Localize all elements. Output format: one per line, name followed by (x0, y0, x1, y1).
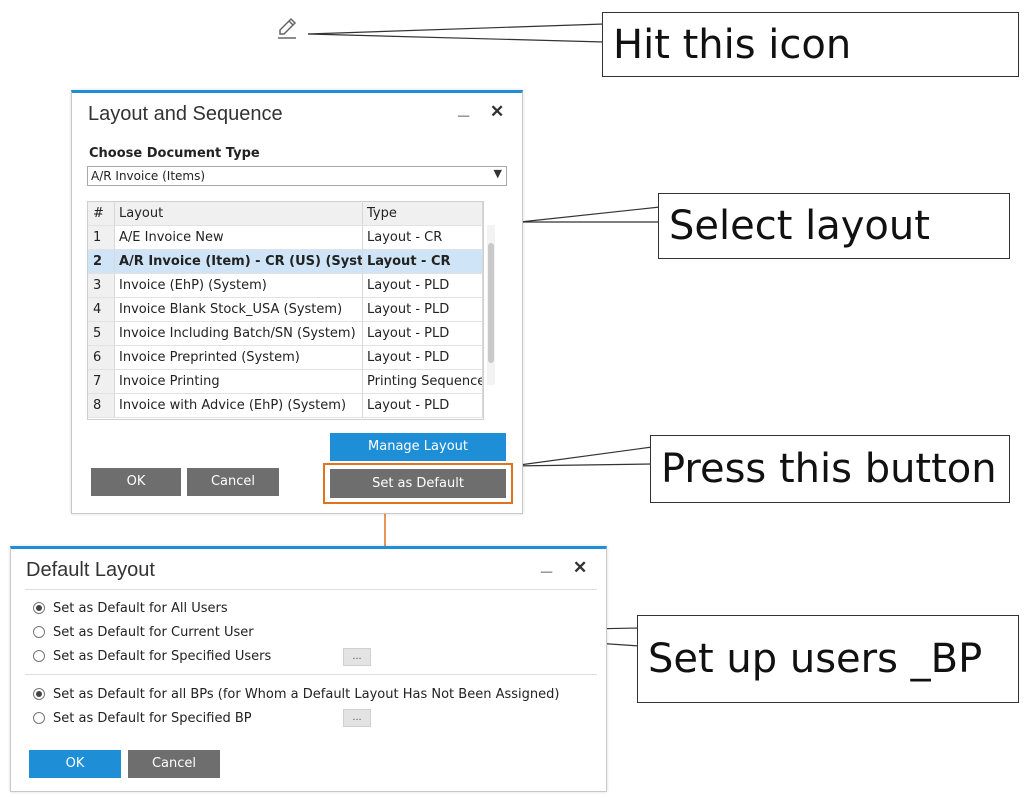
row-layout: Invoice Including Batch/SN (System) (115, 322, 363, 346)
row-layout: Invoice with Advice (EhP) (System) (115, 394, 363, 418)
row-type: Layout - PLD (363, 346, 483, 370)
row-layout: A/R Invoice (Item) - CR (US) (System) (115, 250, 363, 274)
grid-scrollbar[interactable] (487, 225, 495, 385)
row-num: 7 (88, 370, 115, 394)
grid-scrollbar-thumb[interactable] (488, 243, 494, 363)
layout-grid: # Layout Type 1 A/E Invoice New Layout -… (87, 201, 484, 420)
row-type: Layout - PLD (363, 322, 483, 346)
row-type: Layout - PLD (363, 274, 483, 298)
row-layout: Invoice Preprinted (System) (115, 346, 363, 370)
row-num: 3 (88, 274, 115, 298)
radio-current-user[interactable]: Set as Default for Current User (33, 625, 254, 640)
radio-button-checked[interactable] (33, 688, 45, 700)
row-type: Layout - PLD (363, 298, 483, 322)
separator-top (25, 589, 597, 590)
table-row[interactable]: 4 Invoice Blank Stock_USA (System) Layou… (88, 298, 483, 322)
radio-label: Set as Default for Current User (53, 625, 254, 640)
ok-button[interactable]: OK (29, 750, 121, 778)
row-num: 4 (88, 298, 115, 322)
radio-specified-bp[interactable]: Set as Default for Specified BP (33, 711, 252, 726)
callout-hit-icon-text: Hit this icon (613, 21, 852, 68)
table-row[interactable]: 8 Invoice with Advice (EhP) (System) Lay… (88, 394, 483, 418)
close-icon[interactable]: ✕ (490, 102, 504, 122)
doc-type-value: A/R Invoice (Items) (91, 169, 206, 183)
table-row-selected[interactable]: 2 A/R Invoice (Item) - CR (US) (System) … (88, 250, 483, 274)
radio-button[interactable] (33, 650, 45, 662)
table-row[interactable]: 7 Invoice Printing Printing Sequence (88, 370, 483, 394)
table-row[interactable]: 3 Invoice (EhP) (System) Layout - PLD (88, 274, 483, 298)
layout-sequence-dialog: Layout and Sequence _ ✕ Choose Document … (71, 90, 523, 514)
row-layout: A/E Invoice New (115, 226, 363, 250)
row-num: 8 (88, 394, 115, 418)
row-layout: Invoice Blank Stock_USA (System) (115, 298, 363, 322)
row-num: 6 (88, 346, 115, 370)
minimize-button[interactable]: _ (458, 97, 469, 120)
radio-specified-users[interactable]: Set as Default for Specified Users (33, 649, 271, 664)
close-icon[interactable]: ✕ (573, 558, 587, 578)
choose-bp-button[interactable]: ... (343, 709, 371, 727)
callout-press-button: Press this button (650, 435, 1010, 503)
callout-select-layout: Select layout (658, 193, 1010, 259)
cancel-button[interactable]: Cancel (128, 750, 220, 778)
callout-press-button-text: Press this button (661, 446, 997, 492)
callout-select-layout-text: Select layout (669, 203, 930, 249)
set-as-default-button[interactable]: Set as Default (330, 469, 506, 498)
dropdown-arrow-icon: ▼ (493, 167, 502, 180)
dialog-title: Layout and Sequence (88, 103, 283, 125)
row-type: Layout - PLD (363, 394, 483, 418)
row-type: Layout - CR (363, 226, 483, 250)
row-type: Layout - CR (363, 250, 483, 274)
radio-all-users[interactable]: Set as Default for All Users (33, 601, 228, 616)
col-header-num: # (88, 202, 115, 226)
grid-header: # Layout Type (88, 202, 483, 226)
doc-type-label: Choose Document Type (89, 146, 260, 161)
radio-label: Set as Default for Specified Users (53, 649, 272, 664)
row-layout: Invoice (EhP) (System) (115, 274, 363, 298)
radio-button-checked[interactable] (33, 602, 45, 614)
radio-label: Set as Default for All Users (53, 601, 228, 616)
choose-users-button[interactable]: ... (343, 648, 371, 666)
radio-label: Set as Default for Specified BP (53, 711, 252, 726)
table-row[interactable]: 6 Invoice Preprinted (System) Layout - P… (88, 346, 483, 370)
row-num: 2 (88, 250, 115, 274)
cancel-button[interactable]: Cancel (187, 468, 279, 496)
default-layout-dialog: Default Layout _ ✕ Set as Default for Al… (10, 546, 607, 792)
callout-set-users-text: Set up users _BP (648, 636, 983, 682)
callout-set-users: Set up users _BP (637, 615, 1019, 703)
separator-middle (25, 674, 597, 675)
col-header-type: Type (363, 202, 483, 226)
col-header-layout: Layout (115, 202, 363, 226)
table-row[interactable]: 5 Invoice Including Batch/SN (System) La… (88, 322, 483, 346)
radio-label: Set as Default for all BPs (for Whom a D… (53, 687, 560, 702)
default-dialog-title: Default Layout (26, 559, 155, 581)
table-row[interactable]: 1 A/E Invoice New Layout - CR (88, 226, 483, 250)
radio-all-bps[interactable]: Set as Default for all BPs (for Whom a D… (33, 687, 559, 702)
ok-button[interactable]: OK (91, 468, 181, 496)
minimize-button[interactable]: _ (541, 553, 552, 576)
row-num: 5 (88, 322, 115, 346)
row-num: 1 (88, 226, 115, 250)
callout-hit-icon: Hit this icon (602, 12, 1019, 77)
pencil-edit-icon[interactable] (272, 14, 302, 44)
radio-button[interactable] (33, 712, 45, 724)
manage-layout-button[interactable]: Manage Layout (330, 433, 506, 461)
radio-button[interactable] (33, 626, 45, 638)
row-layout: Invoice Printing (115, 370, 363, 394)
row-type: Printing Sequence (363, 370, 483, 394)
doc-type-select[interactable]: A/R Invoice (Items) ▼ (87, 166, 507, 186)
